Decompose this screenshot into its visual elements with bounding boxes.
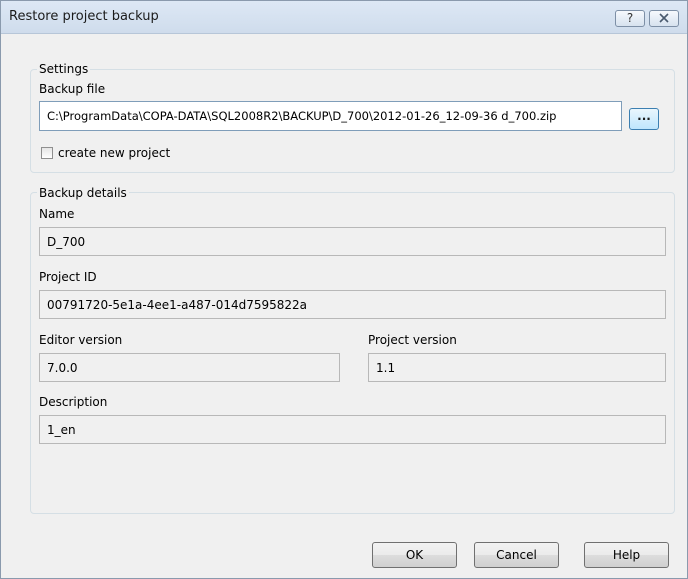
name-label: Name xyxy=(39,207,75,221)
name-field: D_700 xyxy=(39,227,666,256)
title-bar: Restore project backup ? xyxy=(1,1,687,34)
backup-file-input[interactable]: C:\ProgramData\COPA-DATA\SQL2008R2\BACKU… xyxy=(39,101,622,131)
create-new-project-checkbox[interactable] xyxy=(41,147,53,159)
backup-file-label: Backup file xyxy=(39,82,106,96)
ok-button[interactable]: OK xyxy=(372,542,457,568)
help-button[interactable]: Help xyxy=(584,542,669,568)
close-icon xyxy=(659,13,669,23)
settings-group-label: Settings xyxy=(37,62,91,76)
project-id-label: Project ID xyxy=(39,270,97,284)
editor-version-label: Editor version xyxy=(39,333,123,347)
restore-backup-dialog: Restore project backup ? Settings Backup… xyxy=(0,0,688,579)
cancel-button[interactable]: Cancel xyxy=(474,542,559,568)
project-version-field: 1.1 xyxy=(368,353,666,382)
help-glyph: ? xyxy=(626,11,634,25)
browse-button[interactable]: ... xyxy=(629,108,659,130)
description-field: 1_en xyxy=(39,415,666,444)
backup-details-group-label: Backup details xyxy=(37,186,129,200)
project-id-field: 00791720-5e1a-4ee1-a487-014d7595822a xyxy=(39,290,666,319)
context-help-button[interactable]: ? xyxy=(615,10,645,27)
close-button[interactable] xyxy=(649,10,679,27)
project-version-label: Project version xyxy=(368,333,457,347)
window-title: Restore project backup xyxy=(9,9,159,24)
description-label: Description xyxy=(39,395,108,409)
editor-version-field: 7.0.0 xyxy=(39,353,340,382)
create-new-project-label: create new project xyxy=(58,146,171,160)
